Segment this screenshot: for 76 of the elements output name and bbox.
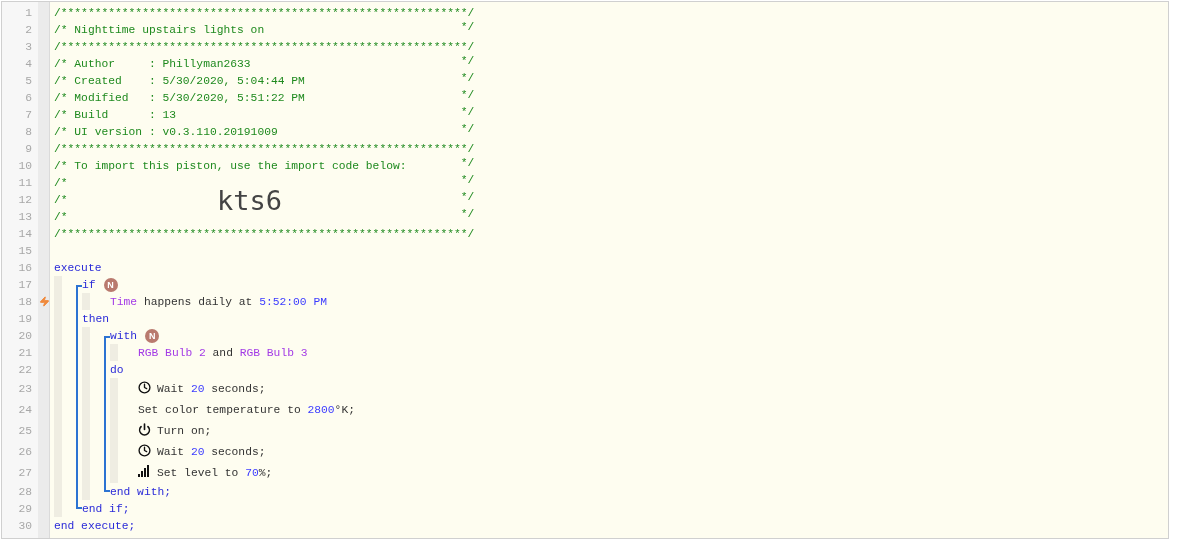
code-text: with: [110, 329, 138, 342]
line-number: 22: [17, 362, 33, 378]
comment-end: */: [460, 72, 475, 86]
comment-text: /* Created : 5/30/2020, 5:04:44 PM: [54, 74, 305, 87]
line-number: 10: [17, 158, 33, 174]
line-number: 24: [17, 402, 33, 418]
code-text: if: [82, 278, 96, 291]
power-icon: [138, 423, 151, 436]
line-number: 13: [17, 209, 33, 225]
line-number: 16: [17, 260, 33, 276]
code-text: Wait 20 seconds;: [157, 382, 266, 395]
comment-text: /* Author : Phillyman2633: [54, 57, 251, 70]
code-text: Set color temperature to 2800°K;: [138, 403, 355, 416]
comment-text: /************************************************************/: [54, 142, 475, 155]
comment-text: /* To import this piston, use the import code below:: [54, 159, 407, 172]
line-number: 5: [24, 73, 33, 89]
comment-text: /*: [54, 176, 68, 189]
comment-end: */: [460, 89, 475, 103]
line-number: 11: [17, 175, 33, 191]
signal-bars-icon: [138, 465, 151, 477]
code-text: end with;: [110, 485, 171, 498]
line-number: 7: [24, 107, 33, 123]
comment-text: /* Build : 13: [54, 108, 177, 121]
comment-text: /************************************************************/: [54, 40, 475, 53]
line-number: 29: [17, 501, 33, 517]
line-number: 8: [24, 124, 33, 140]
import-code: kts6: [217, 186, 283, 213]
line-number: 17: [17, 277, 33, 293]
line-number: 3: [24, 39, 33, 55]
code-text: Wait 20 seconds;: [157, 445, 266, 458]
line-number: 9: [24, 141, 33, 157]
line-number: 15: [17, 243, 33, 259]
comment-end: */: [460, 157, 475, 171]
comment-end: */: [460, 55, 475, 69]
code-text: do: [110, 363, 124, 376]
code-text: end if;: [82, 502, 130, 515]
comment-text: /*: [54, 193, 68, 206]
line-number: 18: [17, 294, 33, 310]
comment-end: */: [460, 174, 475, 188]
line-number: 27: [17, 465, 33, 481]
comment-end: */: [460, 191, 475, 205]
code-text: end execute;: [54, 519, 136, 532]
code-text: execute: [54, 261, 102, 274]
line-number: 1: [24, 5, 33, 21]
code-text: Set level to 70%;: [157, 466, 273, 479]
line-number: 4: [24, 56, 33, 72]
line-number: 2: [24, 22, 33, 38]
line-number: 14: [17, 226, 33, 242]
comment-end: */: [460, 123, 475, 137]
line-number: 25: [17, 423, 33, 439]
line-number: 12: [17, 192, 33, 208]
code-text: Time happens daily at 5:52:00 PM: [110, 295, 327, 308]
line-number: 6: [24, 90, 33, 106]
comment-text: /* UI version : v0.3.110.20191009: [54, 125, 278, 138]
clock-icon: [138, 381, 151, 394]
line-number: 21: [17, 345, 33, 361]
letter-badge: N: [103, 277, 118, 292]
line-number: 28: [17, 484, 33, 500]
line-number: 26: [17, 444, 33, 460]
comment-text: /*: [54, 210, 68, 223]
code-text: Turn on;: [157, 424, 212, 437]
line-number: 20: [17, 328, 33, 344]
comment-end: */: [460, 21, 475, 35]
line-number: 23: [17, 381, 33, 397]
code-text: then: [82, 312, 110, 325]
comment-end: */: [460, 208, 475, 222]
comment-end: */: [460, 106, 475, 120]
code-text: RGB Bulb 2 and RGB Bulb 3: [138, 346, 308, 359]
comment-text: /************************************************************/: [54, 227, 475, 240]
comment-text: /* Nighttime upstairs lights on: [54, 23, 265, 36]
line-number: 19: [17, 311, 33, 327]
clock-icon: [138, 444, 151, 457]
letter-badge: N: [145, 328, 160, 343]
line-number: 30: [17, 518, 33, 534]
comment-text: /************************************************************/: [54, 6, 475, 19]
comment-text: /* Modified : 5/30/2020, 5:51:22 PM: [54, 91, 305, 104]
